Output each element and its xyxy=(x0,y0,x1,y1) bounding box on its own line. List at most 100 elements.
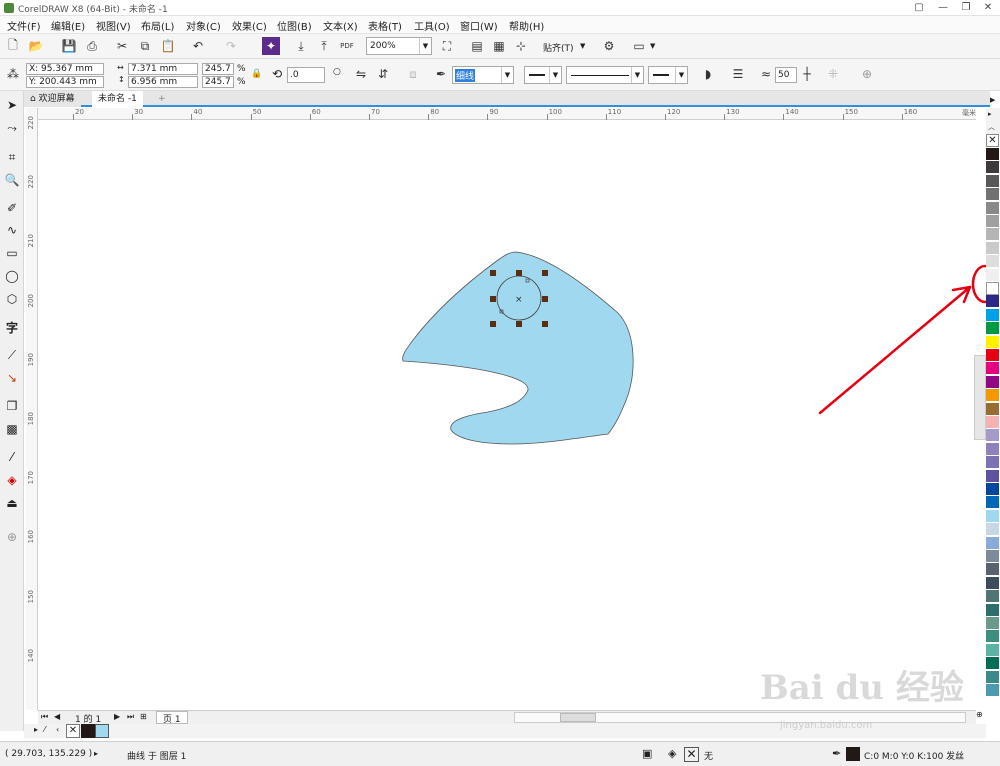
palette-swatch[interactable] xyxy=(986,282,999,295)
palette-swatch[interactable] xyxy=(986,643,999,657)
export-pdf-icon[interactable]: PDF xyxy=(338,37,356,55)
object-origin-icon[interactable]: ⁂ xyxy=(4,65,22,83)
artistic-media-icon[interactable]: ∿ xyxy=(3,221,21,239)
application-launcher-icon[interactable]: ▭ xyxy=(630,37,648,55)
palette-swatch[interactable] xyxy=(986,335,999,349)
scale-y-field[interactable]: 245.7 xyxy=(202,76,234,88)
interactive-fill-icon[interactable]: ◈ xyxy=(3,471,21,489)
palette-swatch[interactable] xyxy=(986,161,999,175)
outline-width-select[interactable]: 细线 ▼ xyxy=(452,66,514,84)
menu-edit[interactable]: 编辑(E) xyxy=(51,18,85,33)
palette-swatch[interactable] xyxy=(986,201,999,215)
maximize-button[interactable]: ❐ xyxy=(955,0,977,15)
restore-icon[interactable]: ▢ xyxy=(908,0,930,15)
selection-handle[interactable] xyxy=(490,270,496,276)
import-icon[interactable]: ⤓ xyxy=(292,37,310,55)
shape-tool-icon[interactable]: ⤳ xyxy=(3,119,21,137)
palette-swatch[interactable] xyxy=(986,416,999,429)
print-icon[interactable]: ⎙ xyxy=(83,37,101,55)
connector-tool-icon[interactable]: ↘ xyxy=(3,369,21,387)
color-proof-icon[interactable]: ▣ xyxy=(642,747,652,760)
next-page-icon[interactable]: ▶ xyxy=(114,712,120,721)
outline-pen-icon[interactable]: ✒ xyxy=(432,65,450,83)
crop-tool-icon[interactable]: ⌗ xyxy=(3,148,21,166)
menu-table[interactable]: 表格(T) xyxy=(368,18,402,33)
chevron-right-icon[interactable]: ▸ xyxy=(94,749,98,758)
zoom-tool-icon[interactable]: 🔍 xyxy=(3,171,21,189)
palette-swatch[interactable] xyxy=(986,402,999,416)
palette-swatch[interactable] xyxy=(986,308,999,322)
selection-handle[interactable] xyxy=(542,270,548,276)
horizontal-ruler[interactable]: 20 30 40 50 60 70 80 90 100 110 120 130 140 150 160 毫米 xyxy=(38,108,976,120)
menu-text[interactable]: 文本(X) xyxy=(323,18,358,33)
palette-swatch[interactable] xyxy=(986,375,999,389)
save-icon[interactable]: 💾 xyxy=(60,37,78,55)
pick-tool-icon[interactable]: ➤ xyxy=(3,96,21,114)
chevron-left-icon[interactable]: ‹ xyxy=(56,725,59,734)
menu-view[interactable]: 视图(V) xyxy=(96,18,131,33)
rectangle-tool-icon[interactable]: ▭ xyxy=(3,244,21,262)
menu-help[interactable]: 帮助(H) xyxy=(509,18,544,33)
palette-swatch[interactable] xyxy=(986,550,999,563)
drawing-canvas[interactable]: × xyxy=(38,120,976,710)
start-arrowhead-select[interactable]: ▼ xyxy=(524,66,562,84)
palette-swatch[interactable] xyxy=(986,509,999,523)
wrap-text-icon[interactable]: ⧈ xyxy=(404,65,422,83)
palette-menu-icon[interactable]: ▸ xyxy=(988,110,992,118)
end-arrowhead-select[interactable]: ▼ xyxy=(648,66,688,84)
line-style-select[interactable]: ▼ xyxy=(566,66,644,84)
palette-scroll-handle[interactable] xyxy=(974,355,986,440)
palette-swatch[interactable] xyxy=(986,442,999,456)
tab-document[interactable]: 未命名 -1 xyxy=(92,91,143,107)
freehand-tool-icon[interactable]: ✐ xyxy=(3,199,21,217)
palette-swatch[interactable] xyxy=(986,255,999,269)
undo-icon[interactable]: ↶ xyxy=(189,37,207,55)
palette-swatch[interactable] xyxy=(986,523,999,537)
paste-icon[interactable]: 📋 xyxy=(159,37,177,55)
palette-swatch[interactable] xyxy=(986,684,999,697)
palette-swatch[interactable] xyxy=(986,469,999,483)
snap-to-button[interactable]: 贴齐(T) xyxy=(543,41,574,54)
show-guidelines-icon[interactable]: ⊹ xyxy=(512,37,530,55)
palette-swatch[interactable] xyxy=(986,362,999,376)
mirror-horizontal-icon[interactable]: ⇋ xyxy=(352,65,370,83)
chevron-down-icon[interactable]: ▼ xyxy=(650,42,655,50)
show-rulers-icon[interactable]: ▤ xyxy=(468,37,486,55)
palette-swatch[interactable] xyxy=(986,483,999,496)
horizontal-scroll-thumb[interactable] xyxy=(560,713,596,722)
curve-smoothing-field[interactable]: 50 xyxy=(775,67,797,83)
menu-effects[interactable]: 效果(C) xyxy=(232,18,267,33)
add-icon[interactable]: ⊕ xyxy=(858,65,876,83)
document-swatch-blue[interactable] xyxy=(95,724,109,738)
export-icon[interactable]: ⤒ xyxy=(315,37,333,55)
palette-swatch[interactable] xyxy=(986,657,999,671)
no-color-swatch[interactable]: ✕ xyxy=(66,724,80,738)
menu-object[interactable]: 对象(C) xyxy=(186,18,221,33)
palette-swatch[interactable] xyxy=(986,228,999,242)
close-curve-icon[interactable]: ◗ xyxy=(699,65,717,83)
search-content-icon[interactable]: ✦ xyxy=(262,37,280,55)
quick-customize-icon[interactable]: ⁜ xyxy=(824,65,842,83)
palette-swatch[interactable] xyxy=(986,617,999,630)
palette-swatch[interactable] xyxy=(986,496,999,510)
palette-swatch[interactable] xyxy=(986,215,999,228)
eyedropper-small-icon[interactable]: ⁄ xyxy=(44,725,45,734)
add-page-icon[interactable]: ⊞ xyxy=(140,712,147,721)
polygon-tool-icon[interactable]: ⬡ xyxy=(3,290,21,308)
menu-file[interactable]: 文件(F) xyxy=(7,18,41,33)
document-palette-menu-icon[interactable]: ▸ xyxy=(34,725,38,734)
selection-handle[interactable] xyxy=(542,321,548,327)
text-tool-icon[interactable]: 字 xyxy=(3,318,21,336)
vertical-ruler[interactable]: 220 220 210 200 190 180 170 160 150 140 xyxy=(26,108,38,710)
close-button[interactable]: ✕ xyxy=(977,0,999,15)
width-field[interactable]: 7.371 mm xyxy=(128,63,198,75)
lock-ratio-icon[interactable]: 🔒 xyxy=(251,69,262,79)
blue-curve-shape[interactable] xyxy=(402,251,634,445)
add-tab-button[interactable]: + xyxy=(152,91,172,107)
document-swatch-black[interactable] xyxy=(81,724,95,738)
last-page-icon[interactable]: ⏭ xyxy=(127,712,134,722)
no-fill-icon[interactable]: ✕ xyxy=(684,747,699,762)
chevron-right-icon[interactable]: ▶ xyxy=(990,96,995,104)
smart-fill-icon[interactable]: ⏏ xyxy=(3,494,21,512)
palette-swatch[interactable] xyxy=(986,241,999,255)
